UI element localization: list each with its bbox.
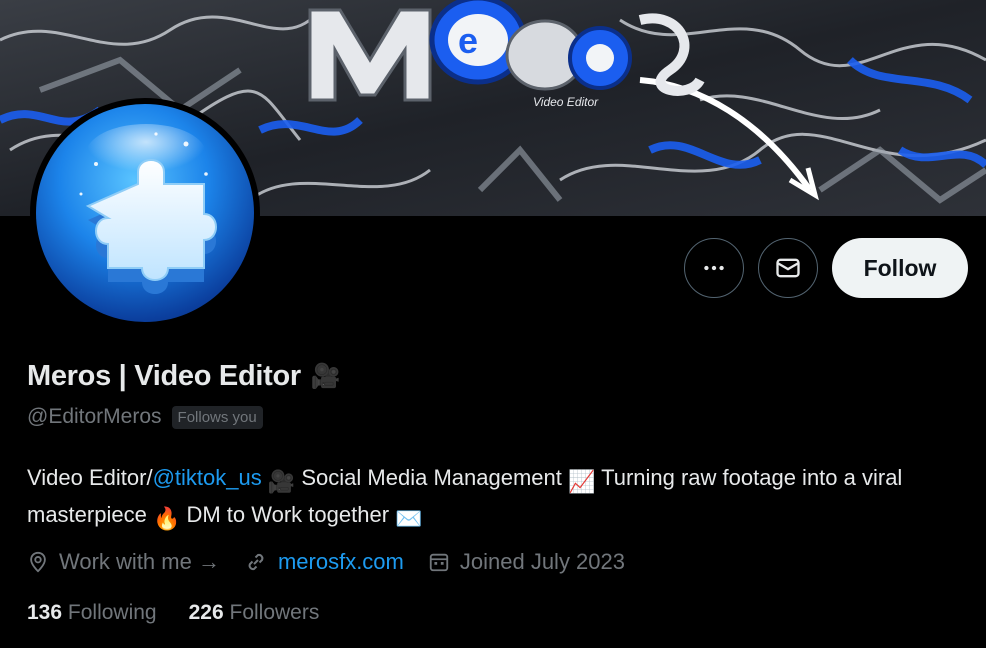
display-name-row: Meros | Video Editor 🎥 — [27, 360, 341, 393]
fire-emoji-icon: 🔥 — [152, 506, 181, 531]
bio-text: Video Editor/ — [27, 465, 153, 490]
follows-you-badge: Follows you — [171, 405, 263, 429]
camera-emoji-icon: 🎥 — [267, 469, 296, 494]
avatar[interactable] — [30, 98, 260, 328]
website-link[interactable]: merosfx.com — [278, 549, 404, 575]
more-button[interactable] — [684, 238, 744, 298]
location-text: Work with me → — [59, 549, 220, 574]
following-label: Following — [67, 601, 157, 624]
banner-subtitle: Video Editor — [533, 95, 599, 109]
bio: Video Editor/@tiktok_us 🎥 Social Media M… — [27, 461, 977, 535]
follow-stats: 136 Following 226 Followers — [27, 601, 319, 625]
follow-button[interactable]: Follow — [832, 238, 968, 298]
envelope-emoji-icon: ✉️ — [395, 506, 423, 531]
bio-text: DM to Work together — [180, 502, 396, 527]
mail-icon — [776, 258, 800, 278]
camera-emoji-icon: 🎥 — [310, 363, 341, 390]
followers-label: Followers — [229, 601, 320, 624]
followers-stat[interactable]: 226 Followers — [189, 601, 320, 625]
profile-meta: Work with me → merosfx.com Joined July 2… — [27, 549, 625, 575]
website: merosfx.com — [244, 549, 404, 575]
avatar-image — [36, 104, 254, 322]
link-icon — [248, 553, 264, 571]
handle-row: @EditorMeros Follows you — [27, 405, 263, 429]
svg-text:e: e — [458, 20, 478, 61]
message-button[interactable] — [758, 238, 818, 298]
joined-text: Joined July 2023 — [459, 549, 625, 574]
bio-text: Social Media Management — [295, 465, 568, 490]
joined-date: Joined July 2023 — [428, 549, 625, 575]
following-count: 136 — [27, 601, 63, 624]
location-pin-icon — [30, 551, 46, 573]
profile-actions: Follow — [684, 238, 968, 298]
bio-mention-link[interactable]: @tiktok_us — [153, 465, 262, 490]
calendar-icon — [429, 553, 449, 572]
followers-count: 226 — [188, 601, 224, 624]
user-handle: @EditorMeros — [27, 405, 162, 428]
display-name: Meros | Video Editor — [27, 360, 301, 392]
following-stat[interactable]: 136 Following — [27, 601, 157, 625]
chart-emoji-icon: 📈 — [567, 469, 596, 494]
more-horizontal-icon — [704, 265, 724, 271]
location: Work with me → — [27, 549, 220, 575]
puzzle-piece-icon — [79, 124, 217, 294]
